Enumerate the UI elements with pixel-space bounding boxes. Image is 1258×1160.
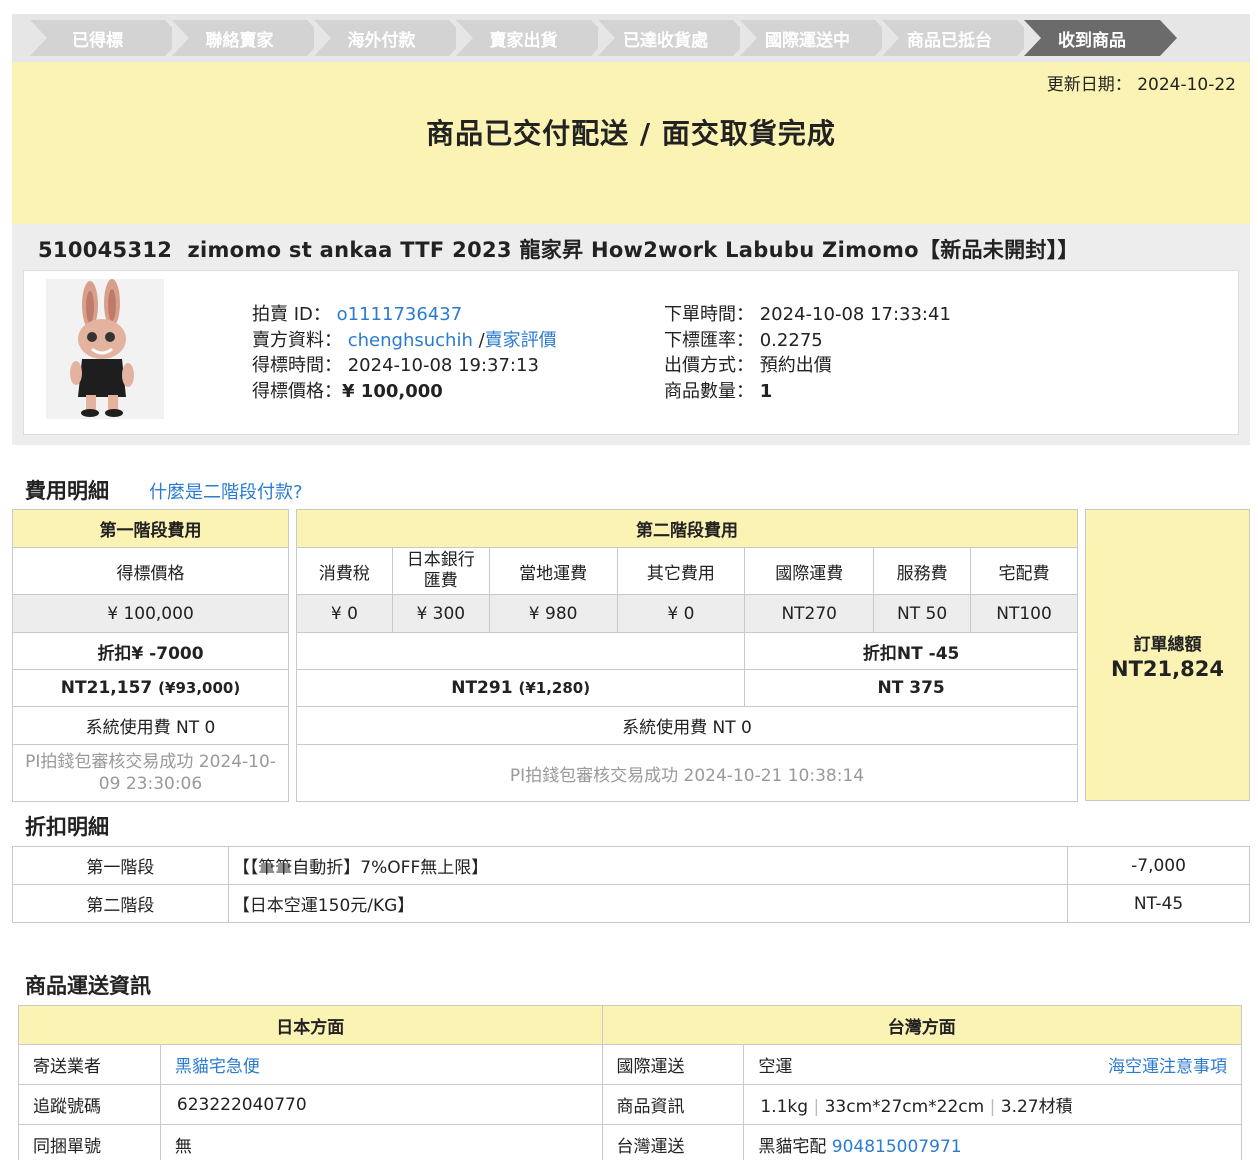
order-total-box: 訂單總額 NT21,824 [1085, 509, 1250, 801]
step-arrived-receiving: 已達收貨處 [598, 20, 750, 56]
order-total-value: NT21,824 [1111, 656, 1224, 681]
exchange-rate: 0.2275 [759, 329, 823, 351]
stage1-col-header: 得標價格 [12, 547, 289, 595]
seller-rating-link[interactable]: 賣家評價 [485, 330, 557, 351]
stage2-subtotal-nt: NT 375 [744, 669, 1078, 707]
shipping-table: 日本方面 台灣方面 寄送業者 黑貓宅急便 國際運送 空運 海空運注意事項 追蹤號碼… [18, 1005, 1242, 1160]
product-title: 510045312 zimomo st ankaa TTF 2023 龍家昇 H… [38, 238, 1079, 262]
progress-steps: 已得標 聯絡賣家 海外付款 賣家出貨 已達收貨處 國際運送中 商品已抵台 收到商… [12, 14, 1250, 62]
col-other-fees: 其它費用 [616, 547, 746, 595]
val-local-shipping: ¥ 980 [488, 594, 618, 633]
stage1-subtotal: NT21,157 (¥93,000) [12, 669, 289, 707]
col-delivery-fee: 宅配費 [970, 547, 1078, 595]
shipping-row-tracking: 追蹤號碼 623222040770 商品資訊 1.1kg | 33cm*27cm… [18, 1084, 1242, 1125]
shipping-row-carrier: 寄送業者 黑貓宅急便 國際運送 空運 海空運注意事項 [18, 1044, 1242, 1085]
stage2-discount-empty [295, 632, 746, 670]
col-jp-bank-fee: 日本銀行匯費 [391, 547, 490, 595]
val-consumption-tax: ¥ 0 [296, 594, 393, 633]
shipping-info-heading: 商品運送資訊 [25, 974, 151, 998]
package-info: 1.1kg | 33cm*27cm*22cm | 3.27材積 [743, 1084, 1242, 1125]
two-stage-help-link[interactable]: 什麼是二階段付款? [149, 478, 303, 504]
jp-tracking-number: 623222040770 [159, 1084, 603, 1125]
update-date: 更新日期： 2024-10-22 [1046, 75, 1236, 95]
val-jp-bank-fee: ¥ 300 [391, 594, 490, 633]
fee-details-heading: 費用明細 [25, 479, 109, 503]
col-local-shipping: 當地運費 [488, 547, 618, 595]
quantity: 1 [759, 380, 773, 402]
val-intl-shipping: NT270 [744, 594, 875, 633]
stage2-payment-status: PI拍錢包審核交易成功 2024-10-21 10:38:14 [296, 744, 1078, 802]
step-arrived-taiwan: 商品已抵台 [882, 20, 1034, 56]
order-time: 2024-10-08 17:33:41 [759, 304, 951, 325]
stage1-won-price: ¥ 100,000 [12, 594, 289, 633]
step-overseas-payment: 海外付款 [314, 20, 466, 56]
bundle-number: 無 [159, 1124, 603, 1160]
col-consumption-tax: 消費稅 [296, 547, 393, 595]
seller-link[interactable]: chenghsuchih [348, 330, 473, 351]
step-contact-seller: 聯絡賣家 [172, 20, 324, 56]
step-seller-shipped: 賣家出貨 [456, 20, 608, 56]
val-service-fee: NT 50 [873, 594, 972, 633]
order-total-label: 訂單總額 [1133, 634, 1202, 655]
product-panel: 510045312 zimomo st ankaa TTF 2023 龍家昇 H… [12, 224, 1250, 445]
stage2-discount: 折扣NT -45 [744, 632, 1078, 670]
product-details-left: 拍賣 ID： o1111736437 賣方資料： chenghsuchih /賣… [252, 304, 557, 402]
stage1-discount: 折扣¥ -7000 [12, 632, 289, 670]
shipping-row-bundle: 同捆單號 無 台灣運送 黑貓宅配 904815007971 [18, 1124, 1242, 1160]
product-info-box: 拍賣 ID： o1111736437 賣方資料： chenghsuchih /賣… [23, 270, 1239, 435]
stage1-fee-table: 第一階段費用 得標價格 ¥ 100,000 折扣¥ -7000 NT21,157… [12, 509, 289, 802]
japan-side-title: 日本方面 [18, 1005, 603, 1045]
bid-method: 預約出價 [759, 355, 832, 376]
discount-table: 第一階段 【【筆筆自動折】7%OFF無上限】 -7,000 第二階段 【日本空運… [12, 846, 1250, 923]
stage1-system-fee: 系統使用費 NT 0 [12, 706, 289, 745]
step-received: 收到商品 [1024, 20, 1177, 56]
stage1-title: 第一階段費用 [12, 509, 289, 548]
taiwan-side-title: 台灣方面 [601, 1005, 1242, 1045]
shipping-notes-link[interactable]: 海空運注意事項 [1108, 1052, 1227, 1077]
product-details-right: 下單時間： 2024-10-08 17:33:41 下標匯率： 0.2275 出… [664, 304, 951, 402]
won-time: 2024-10-08 19:37:13 [347, 355, 539, 376]
discount-row: 第二階段 【日本空運150元/KG】 NT-45 [12, 884, 1250, 923]
tw-tracking-link[interactable]: 904815007971 [832, 1137, 962, 1157]
won-price: ¥ 100,000 [342, 380, 443, 402]
tw-carrier: 黑貓宅配 [758, 1137, 827, 1157]
order-status-title: 商品已交付配送 / 面交取貨完成 [426, 117, 836, 150]
col-service-fee: 服務費 [873, 547, 972, 595]
step-international-shipping: 國際運送中 [740, 20, 892, 56]
status-banner: 更新日期： 2024-10-22 商品已交付配送 / 面交取貨完成 [12, 62, 1250, 224]
stage2-system-fee: 系統使用費 NT 0 [296, 706, 1078, 745]
product-image[interactable] [46, 279, 164, 419]
intl-method: 空運 [758, 1057, 793, 1077]
discount-row: 第一階段 【【筆筆自動折】7%OFF無上限】 -7,000 [12, 846, 1250, 885]
val-delivery-fee: NT100 [970, 594, 1078, 633]
col-intl-shipping: 國際運費 [744, 547, 875, 595]
val-other-fees: ¥ 0 [616, 594, 746, 633]
stage2-subtotal: NT291 (¥1,280) [295, 669, 746, 707]
stage2-title: 第二階段費用 [296, 509, 1078, 548]
stage2-fee-table: 第二階段費用 消費稅 日本銀行匯費 當地運費 其它費用 國際運費 服務費 宅配費… [295, 509, 1078, 802]
discount-details-heading: 折扣明細 [25, 815, 109, 839]
step-won: 已得標 [30, 20, 182, 56]
stage1-payment-status: PI拍錢包審核交易成功 2024-10-09 23:30:06 [12, 744, 289, 802]
jp-carrier-link[interactable]: 黑貓宅急便 [175, 1057, 260, 1077]
auction-id-link[interactable]: o1111736437 [337, 304, 463, 325]
